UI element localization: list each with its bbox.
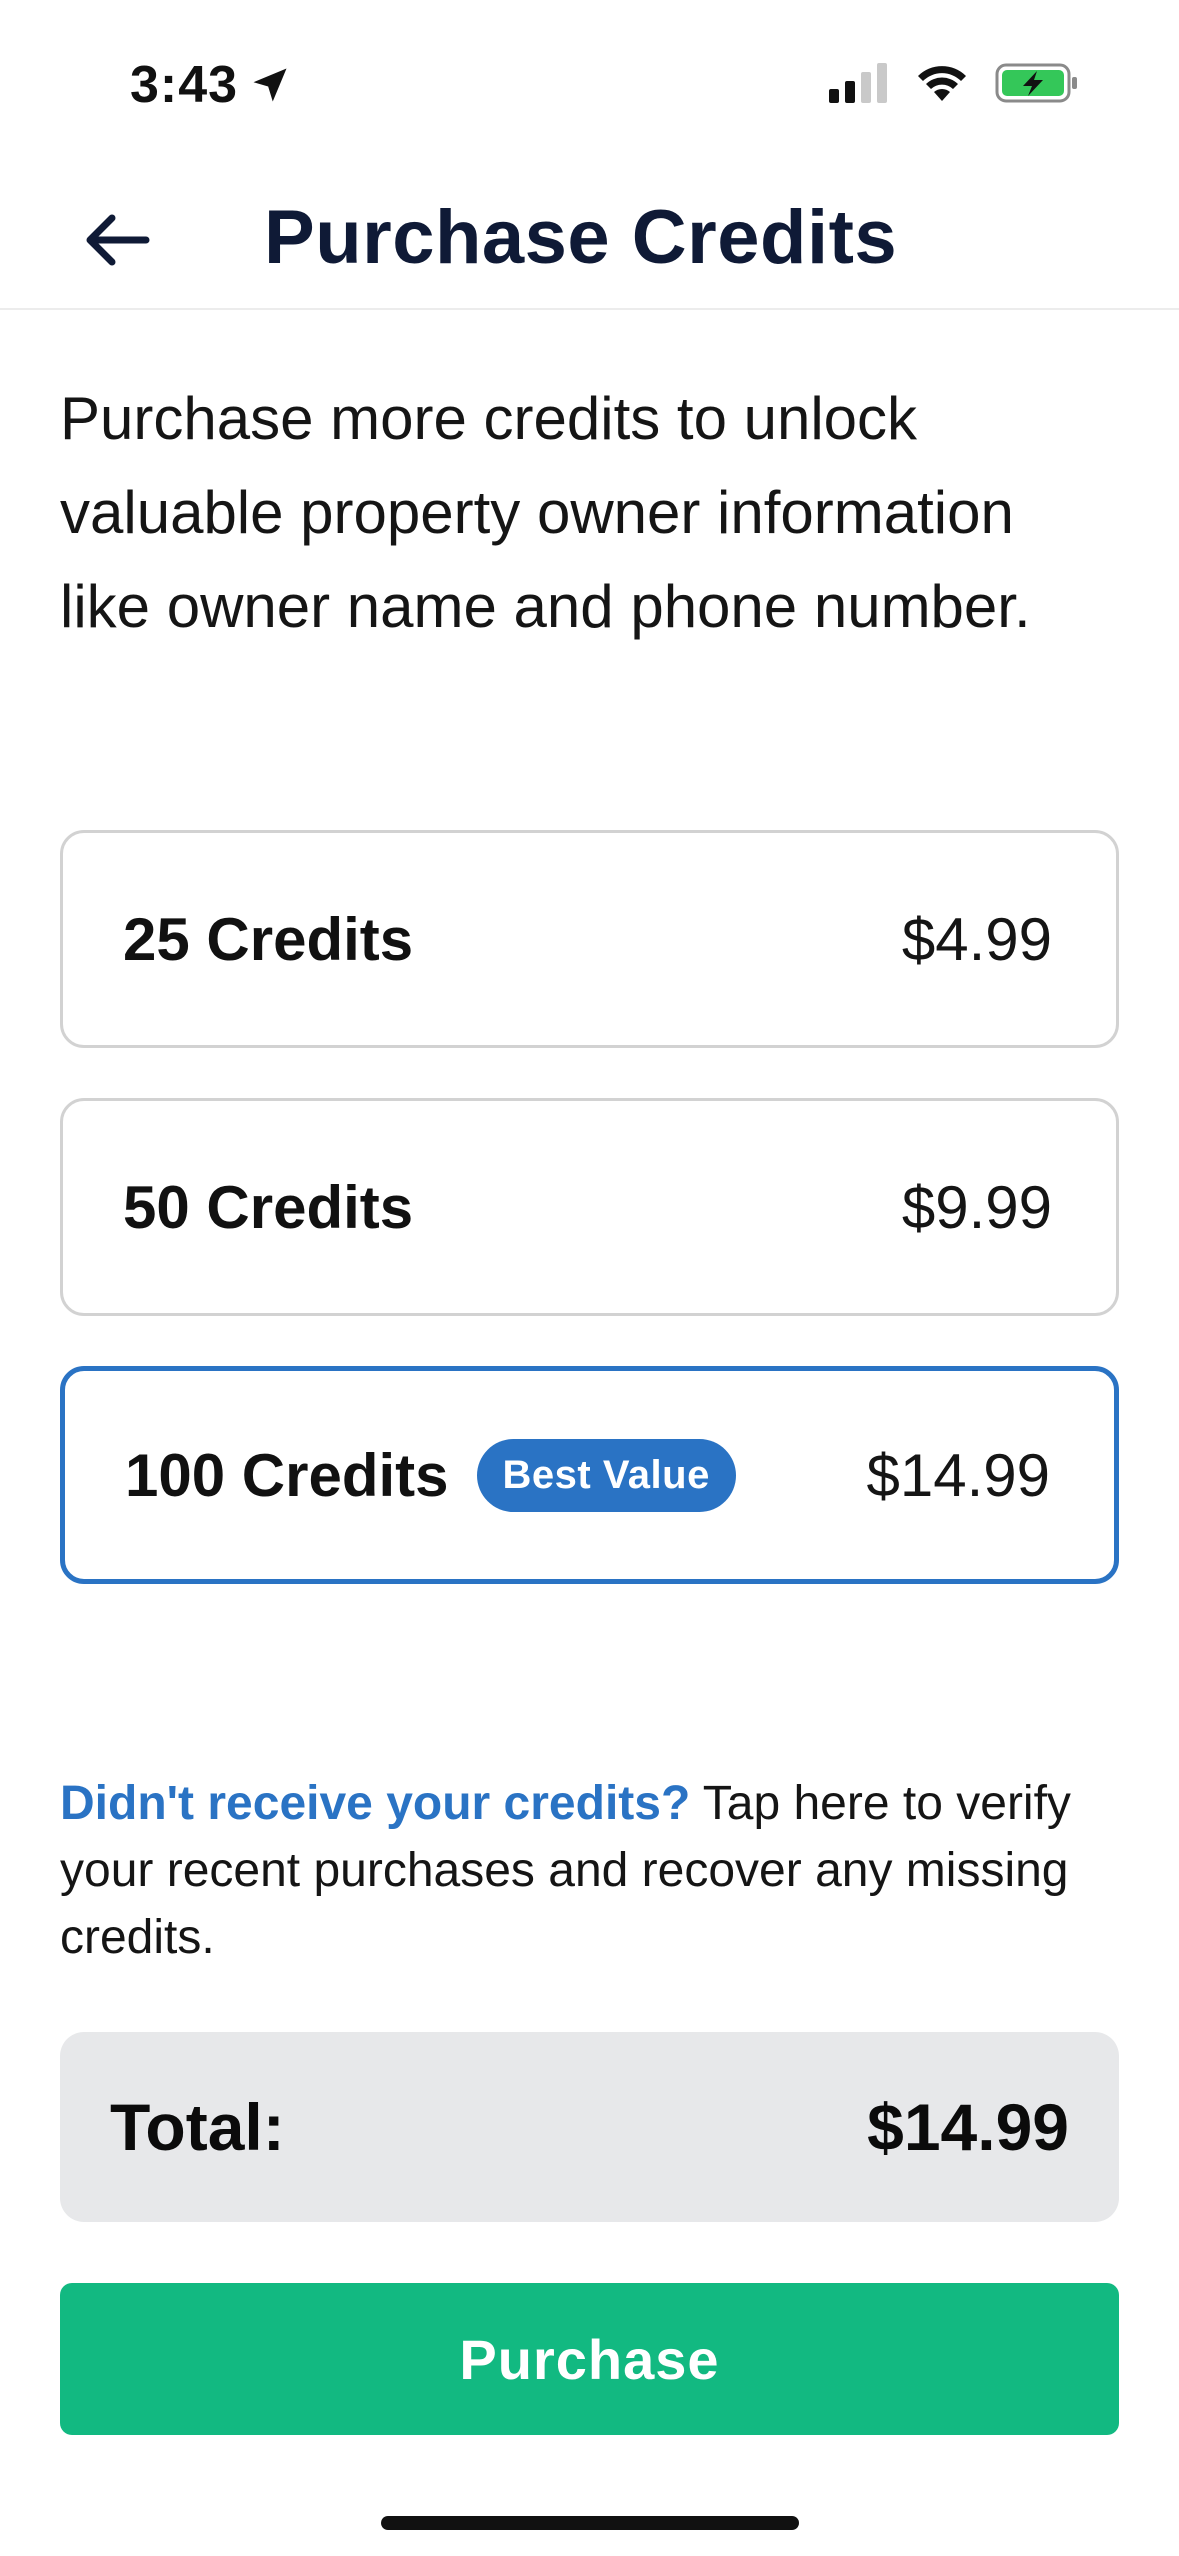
status-time-text: 3:43 — [130, 56, 239, 114]
best-value-badge: Best Value — [476, 1438, 736, 1512]
page-title: Purchase Credits — [264, 195, 898, 280]
option-price: $14.99 — [866, 1441, 1050, 1509]
status-icons — [829, 62, 1079, 104]
status-time: 3:43 — [130, 55, 292, 115]
credit-option-50[interactable]: 50 Credits $9.99 — [60, 1098, 1119, 1316]
description-text: Purchase more credits to unlock valuable… — [60, 385, 1031, 640]
battery-charging-icon — [995, 63, 1077, 103]
purchase-button[interactable]: Purchase — [60, 2283, 1119, 2435]
recover-credits-link[interactable]: Didn't receive your credits? — [60, 1777, 690, 1830]
option-price: $9.99 — [901, 1173, 1052, 1241]
header: Purchase Credits — [0, 160, 1179, 310]
signal-icon — [829, 63, 887, 103]
option-left: 100 Credits Best Value — [125, 1438, 736, 1512]
option-label: 100 Credits — [125, 1441, 449, 1509]
back-button[interactable] — [72, 200, 162, 280]
wifi-icon — [918, 66, 966, 101]
option-label: 25 Credits — [123, 905, 414, 973]
total-label: Total: — [110, 2090, 285, 2164]
recover-credits-text[interactable]: Didn't receive your credits? Tap here to… — [60, 1770, 1120, 1971]
location-arrow-icon — [253, 68, 287, 102]
status-bar: 3:43 — [0, 0, 1179, 160]
home-indicator[interactable] — [381, 2516, 799, 2530]
option-left: 25 Credits — [123, 905, 413, 974]
credit-option-100[interactable]: 100 Credits Best Value $14.99 — [60, 1366, 1119, 1584]
total-value: $14.99 — [867, 2090, 1069, 2164]
option-price: $4.99 — [901, 905, 1052, 973]
option-left: 50 Credits — [123, 1173, 413, 1242]
option-label: 50 Credits — [123, 1173, 414, 1241]
screen: 3:43 Purchase Credits Purchase more cred… — [0, 0, 1179, 2556]
arrow-left-icon — [86, 214, 150, 266]
credit-option-25[interactable]: 25 Credits $4.99 — [60, 830, 1119, 1048]
total-box: Total: $14.99 — [60, 2032, 1119, 2222]
